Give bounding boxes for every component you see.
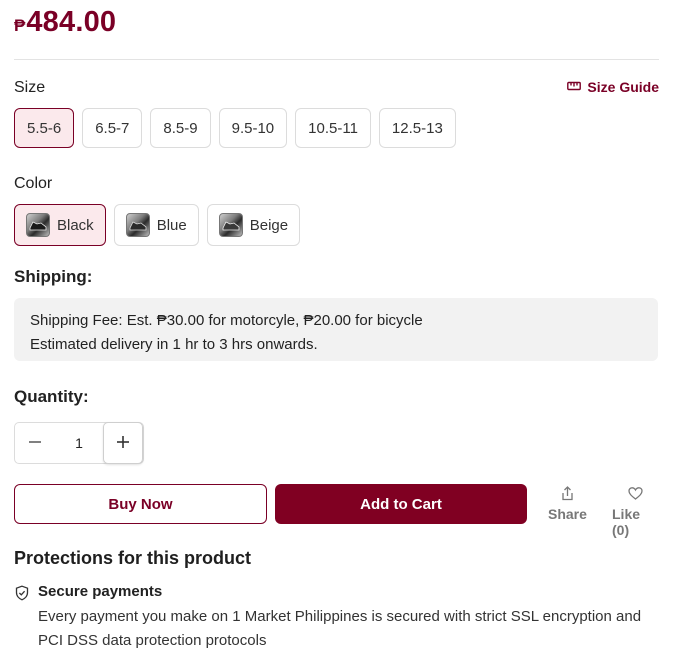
protections-title: Protections for this product bbox=[14, 548, 252, 568]
quantity-stepper: 1 bbox=[14, 422, 144, 464]
size-option[interactable]: 10.5-11 bbox=[295, 108, 371, 148]
size-guide-link[interactable]: Size Guide bbox=[567, 79, 659, 95]
shipping-label: Shipping: bbox=[14, 267, 93, 286]
share-label: Share bbox=[548, 506, 587, 522]
protection-name: Secure payments bbox=[38, 583, 163, 600]
shipping-info-box: Shipping Fee: Est. ₱30.00 for motorcyle,… bbox=[14, 298, 658, 361]
color-option[interactable]: Blue bbox=[113, 204, 199, 246]
color-option[interactable]: Beige bbox=[206, 204, 301, 246]
size-option[interactable]: 5.5-6 bbox=[14, 108, 75, 148]
size-option-label: 5.5-6 bbox=[27, 119, 62, 137]
protection-description: Every payment you make on 1 Market Phili… bbox=[38, 608, 642, 649]
color-option-label: Beige bbox=[249, 216, 289, 234]
size-label: Size bbox=[14, 79, 46, 96]
shoe-thumbnail-icon bbox=[218, 213, 243, 237]
color-option-label: Black bbox=[57, 216, 94, 234]
share-icon bbox=[560, 486, 575, 506]
size-option-label: 6.5-7 bbox=[95, 119, 130, 137]
increase-quantity-button[interactable] bbox=[103, 422, 143, 464]
buy-now-button[interactable]: Buy Now bbox=[14, 484, 267, 524]
color-options: Black Blue Beige bbox=[14, 204, 301, 246]
price: ₱ 484.00 bbox=[14, 6, 116, 46]
add-to-cart-button[interactable]: Add to Cart bbox=[275, 484, 527, 524]
divider bbox=[14, 59, 659, 60]
shipping-fee-text: Shipping Fee: Est. ₱30.00 for motorcyle,… bbox=[30, 312, 423, 329]
quantity-value[interactable]: 1 bbox=[55, 423, 103, 463]
size-option-label: 9.5-10 bbox=[231, 119, 275, 137]
shoe-thumbnail-icon bbox=[125, 213, 150, 237]
size-options: 5.5-6 6.5-7 8.5-9 9.5-10 10.5-11 12.5-13 bbox=[14, 108, 456, 148]
size-option[interactable]: 12.5-13 bbox=[378, 108, 456, 148]
like-button[interactable]: Like (0) bbox=[612, 486, 659, 538]
decrease-quantity-button[interactable] bbox=[15, 423, 55, 463]
color-option[interactable]: Black bbox=[14, 204, 106, 246]
size-option[interactable]: 6.5-7 bbox=[82, 108, 143, 148]
size-guide-label: Size Guide bbox=[587, 79, 659, 95]
color-option-label: Blue bbox=[156, 216, 187, 234]
shield-check-icon bbox=[14, 585, 30, 601]
size-option-label: 12.5-13 bbox=[391, 119, 443, 137]
plus-icon bbox=[116, 432, 130, 455]
size-option-label: 10.5-11 bbox=[308, 119, 358, 137]
minus-icon bbox=[28, 432, 42, 455]
price-amount: 484.00 bbox=[26, 6, 117, 38]
size-option-label: 8.5-9 bbox=[163, 119, 198, 137]
quantity-label: Quantity: bbox=[14, 387, 89, 406]
ruler-icon bbox=[567, 79, 582, 95]
delivery-estimate-text: Estimated delivery in 1 hr to 3 hrs onwa… bbox=[30, 336, 318, 353]
color-label: Color bbox=[14, 175, 53, 192]
share-button[interactable]: Share bbox=[548, 486, 587, 522]
shoe-thumbnail-icon bbox=[26, 213, 50, 237]
size-option[interactable]: 9.5-10 bbox=[218, 108, 288, 148]
heart-icon bbox=[628, 486, 643, 506]
like-label: Like (0) bbox=[612, 506, 641, 538]
size-option[interactable]: 8.5-9 bbox=[150, 108, 211, 148]
price-currency: ₱ bbox=[14, 16, 26, 35]
